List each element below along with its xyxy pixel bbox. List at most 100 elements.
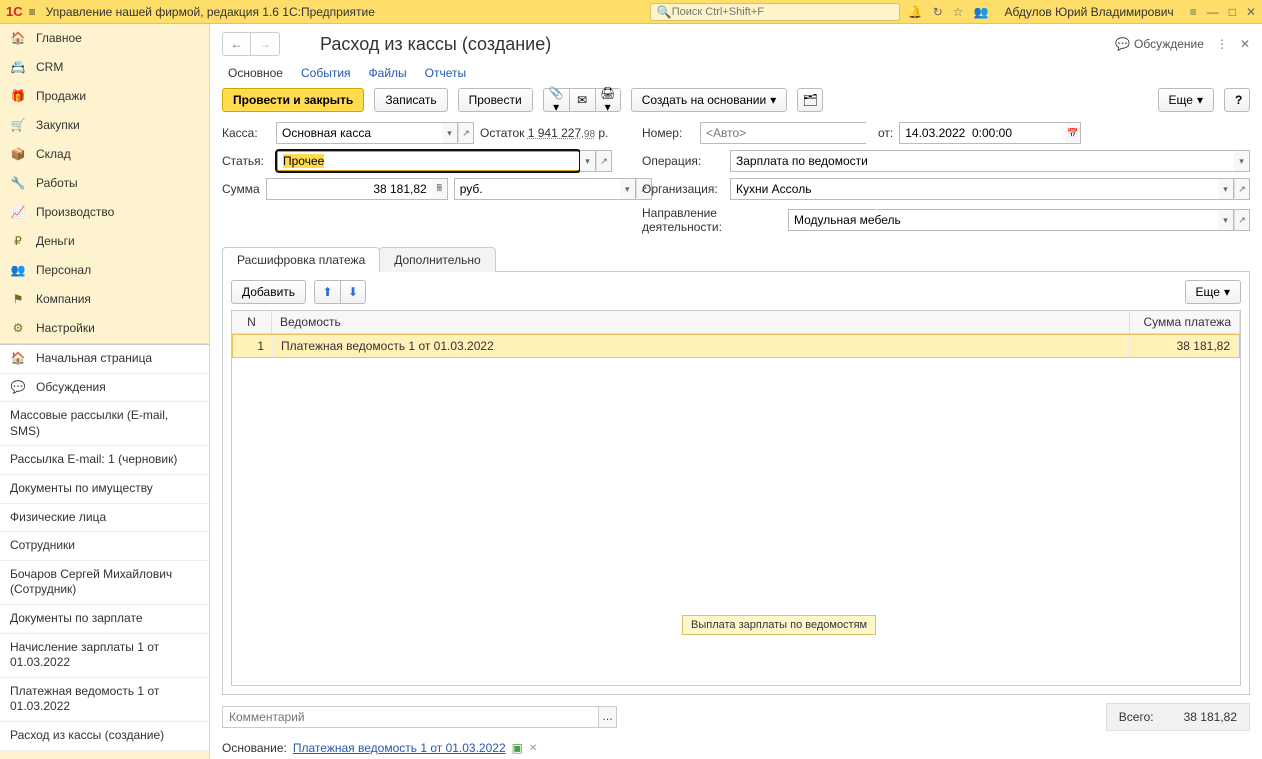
chevron-down-icon[interactable]: ▾ bbox=[580, 150, 596, 172]
user-name[interactable]: Абдулов Юрий Владимирович bbox=[1005, 5, 1174, 19]
kebab-icon[interactable]: ⋮ bbox=[1216, 37, 1228, 51]
number-input[interactable] bbox=[700, 122, 866, 144]
bell-icon[interactable]: 🔔 bbox=[908, 5, 923, 19]
add-row-button[interactable]: Добавить bbox=[231, 280, 306, 304]
open-ref-icon[interactable]: ↗ bbox=[1234, 178, 1250, 200]
sidebar-item-production[interactable]: 📈Производство bbox=[0, 198, 209, 227]
sidebar-item-money[interactable]: ₽Деньги bbox=[0, 227, 209, 256]
table-row[interactable]: 1 Платежная ведомость 1 от 01.03.2022 38… bbox=[232, 334, 1240, 358]
post-and-close-button[interactable]: Провести и закрыть bbox=[222, 88, 364, 112]
subtab-breakdown[interactable]: Расшифровка платежа bbox=[222, 247, 380, 272]
col-doc[interactable]: Ведомость bbox=[272, 311, 1130, 333]
currency-combo[interactable]: ▾ ↗ bbox=[454, 178, 652, 200]
sidebar-link[interactable]: Сотрудники bbox=[0, 532, 209, 561]
menu-icon[interactable]: ≡ bbox=[29, 5, 36, 19]
chevron-down-icon[interactable]: ▾ bbox=[1218, 178, 1234, 200]
date-field[interactable]: 📅 bbox=[899, 122, 1081, 144]
history-icon[interactable]: ↻ bbox=[933, 5, 943, 19]
search-input[interactable] bbox=[672, 6, 893, 18]
sidebar-item-crm[interactable]: 📇CRM bbox=[0, 53, 209, 82]
tab-events[interactable]: События bbox=[301, 66, 351, 80]
post-button[interactable]: Провести bbox=[458, 88, 533, 112]
sidebar-link[interactable]: Рассылка E-mail: 1 (черновик) bbox=[0, 446, 209, 475]
sidebar-link-current[interactable]: Расход из кассы (создание) bbox=[0, 722, 209, 751]
open-ref-icon[interactable]: ↗ bbox=[1234, 209, 1250, 231]
open-ref-icon[interactable]: ↗ bbox=[458, 122, 474, 144]
tab-main[interactable]: Основное bbox=[228, 66, 283, 80]
global-search[interactable]: 🔍 bbox=[650, 3, 900, 21]
sidebar-item-staff[interactable]: 👥Персонал bbox=[0, 256, 209, 285]
sidebar-link-discuss[interactable]: 💬Обсуждения bbox=[0, 374, 209, 403]
currency-input[interactable] bbox=[454, 178, 620, 200]
activity-combo[interactable]: ▾ ↗ bbox=[788, 209, 1250, 231]
move-up-button[interactable]: ⬆ bbox=[314, 280, 340, 304]
create-based-button[interactable]: Создать на основании ▾ bbox=[631, 88, 788, 112]
number-field[interactable] bbox=[700, 122, 866, 144]
date-input[interactable] bbox=[899, 122, 1065, 144]
subtab-additional[interactable]: Дополнительно bbox=[379, 247, 495, 272]
sidebar-link[interactable]: Документы по зарплате bbox=[0, 605, 209, 634]
tab-files[interactable]: Файлы bbox=[369, 66, 407, 80]
sidebar-link[interactable]: Физические лица bbox=[0, 504, 209, 533]
minimize-icon[interactable]: — bbox=[1207, 5, 1219, 19]
nav-back-button[interactable]: ← bbox=[223, 33, 251, 55]
help-button[interactable]: ? bbox=[1224, 88, 1250, 112]
balance-value[interactable]: 1 941 227,98 bbox=[528, 126, 595, 140]
sidebar-link[interactable]: Документы по имуществу bbox=[0, 475, 209, 504]
sidebar-item-sales[interactable]: 🎁Продажи bbox=[0, 82, 209, 111]
print-button[interactable]: 🖨▾ bbox=[595, 88, 621, 112]
chevron-down-icon[interactable]: ▾ bbox=[620, 178, 636, 200]
settings-icon[interactable]: ≡ bbox=[1190, 5, 1197, 19]
base-link[interactable]: Платежная ведомость 1 от 01.03.2022 bbox=[293, 741, 506, 755]
pane-more-button[interactable]: Еще ▾ bbox=[1185, 280, 1241, 304]
sidebar-link-start[interactable]: 🏠Начальная страница bbox=[0, 344, 209, 374]
chevron-down-icon[interactable]: ▾ bbox=[442, 122, 458, 144]
article-combo[interactable]: ▾ ↗ bbox=[276, 150, 612, 172]
col-sum[interactable]: Сумма платежа bbox=[1130, 311, 1240, 333]
sidebar-item-main[interactable]: 🏠Главное bbox=[0, 24, 209, 53]
sum-field[interactable]: 🖩 bbox=[266, 178, 448, 200]
sidebar-item-company[interactable]: ⚑Компания bbox=[0, 285, 209, 314]
operation-input[interactable] bbox=[730, 150, 1234, 172]
sidebar-link[interactable]: Начисление зарплаты 1 от 01.03.2022 bbox=[0, 634, 209, 678]
kassa-input[interactable] bbox=[276, 122, 442, 144]
more-button[interactable]: Еще ▾ bbox=[1158, 88, 1214, 112]
calc-icon[interactable]: 🖩 bbox=[432, 178, 448, 200]
star-icon[interactable]: ☆ bbox=[953, 5, 964, 19]
comment-input[interactable] bbox=[222, 706, 599, 728]
sum-input[interactable] bbox=[266, 178, 432, 200]
sidebar-item-purchases[interactable]: 🛒Закупки bbox=[0, 111, 209, 140]
move-down-button[interactable]: ⬇ bbox=[340, 280, 366, 304]
comment-field[interactable]: … bbox=[222, 706, 617, 728]
chevron-down-icon[interactable]: ▾ bbox=[1218, 209, 1234, 231]
article-input[interactable] bbox=[276, 150, 580, 172]
sidebar-link[interactable]: Бочаров Сергей Михайлович (Сотрудник) bbox=[0, 561, 209, 605]
users-icon[interactable]: 👥 bbox=[974, 5, 989, 19]
org-input[interactable] bbox=[730, 178, 1218, 200]
nav-forward-button[interactable]: → bbox=[251, 33, 279, 55]
sidebar-item-settings[interactable]: ⚙Настройки bbox=[0, 314, 209, 343]
mail-button[interactable]: ✉ bbox=[569, 88, 595, 112]
expand-icon[interactable]: … bbox=[599, 706, 617, 728]
close-icon[interactable]: ✕ bbox=[1246, 5, 1256, 19]
sidebar-link[interactable]: Массовые рассылки (E-mail, SMS) bbox=[0, 402, 209, 446]
col-n[interactable]: N bbox=[232, 311, 272, 333]
org-combo[interactable]: ▾ ↗ bbox=[730, 178, 1250, 200]
close-panel-icon[interactable]: ✕ bbox=[1240, 37, 1250, 51]
sidebar-item-works[interactable]: 🔧Работы bbox=[0, 169, 209, 198]
open-ref-icon[interactable]: ↗ bbox=[596, 150, 612, 172]
clear-base-icon[interactable]: ✕ bbox=[529, 743, 537, 754]
discuss-button[interactable]: 💬Обсуждение bbox=[1115, 37, 1204, 51]
tab-reports[interactable]: Отчеты bbox=[425, 66, 466, 80]
calendar-icon[interactable]: 📅 bbox=[1065, 122, 1081, 144]
chevron-down-icon[interactable]: ▾ bbox=[1234, 150, 1250, 172]
kassa-combo[interactable]: ▾ ↗ bbox=[276, 122, 474, 144]
attach-button[interactable]: 📎▾ bbox=[543, 88, 569, 112]
activity-input[interactable] bbox=[788, 209, 1218, 231]
structure-button[interactable]: 🗂 bbox=[797, 88, 823, 112]
sidebar-item-stock[interactable]: 📦Склад bbox=[0, 140, 209, 169]
save-button[interactable]: Записать bbox=[374, 88, 447, 112]
operation-combo[interactable]: ▾ bbox=[730, 150, 1250, 172]
maximize-icon[interactable]: □ bbox=[1229, 5, 1236, 19]
sidebar-link[interactable]: Платежная ведомость 1 от 01.03.2022 bbox=[0, 678, 209, 722]
